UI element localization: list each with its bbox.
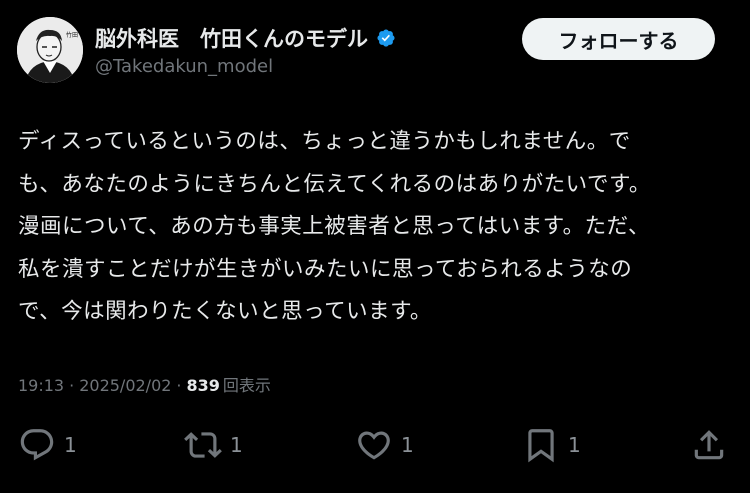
action-bar: 1 1 1 1 <box>0 420 750 470</box>
tweet-line: も、あなたのようにきちんと伝えてくれるのはありがたいです。 <box>18 171 651 197</box>
avatar-image: 竹田くん <box>17 17 83 83</box>
reply-count: 1 <box>64 433 77 457</box>
views-count[interactable]: 839 <box>187 376 220 395</box>
tweet-line: 漫画について、あの方も事実上被害者と思ってはいます。ただ、 <box>18 214 650 239</box>
reply-button[interactable]: 1 <box>18 420 77 470</box>
bookmark-button[interactable]: 1 <box>522 420 581 470</box>
share-button[interactable] <box>690 420 728 470</box>
share-icon <box>694 430 724 460</box>
like-button[interactable]: 1 <box>355 420 414 470</box>
retweet-icon <box>184 432 222 458</box>
avatar[interactable]: 竹田くん <box>17 17 83 83</box>
follow-button[interactable]: フォローする <box>522 18 715 60</box>
meta-separator: · <box>69 376 75 395</box>
views-label: 回表示 <box>222 376 271 395</box>
tweet-line: 私を潰すことだけが生きがいみたいに思っておられるようなの <box>18 256 633 282</box>
retweet-button[interactable]: 1 <box>184 420 243 470</box>
tweet-meta: 19:13 · 2025/02/02 · 839 回表示 <box>18 372 271 396</box>
meta-separator: · <box>176 376 182 395</box>
tweet-line: で、今は関わりたくないと思っています。 <box>18 299 432 324</box>
tweet-text: ディスっているというのは、ちょっと違うかもしれません。で も、あなたのようにきち… <box>18 121 734 334</box>
tweet-date[interactable]: 2025/02/02 <box>79 376 171 395</box>
avatar-text: 竹田くん <box>66 31 83 39</box>
heart-icon <box>358 431 390 460</box>
verified-badge-icon <box>377 29 395 47</box>
author-handle[interactable]: @Takedakun_model <box>95 56 273 77</box>
tweet-line: ディスっているというのは、ちょっと違うかもしれません。で <box>18 129 631 154</box>
retweet-count: 1 <box>230 433 243 457</box>
bookmark-icon <box>528 429 554 463</box>
author-name-row[interactable]: 脳外科医 竹田くんのモデル <box>95 23 396 53</box>
reply-icon <box>20 429 54 461</box>
bookmark-count: 1 <box>568 433 581 457</box>
like-count: 1 <box>401 433 414 457</box>
display-name[interactable]: 脳外科医 竹田くんのモデル <box>95 23 368 53</box>
tweet-time[interactable]: 19:13 <box>18 376 64 395</box>
